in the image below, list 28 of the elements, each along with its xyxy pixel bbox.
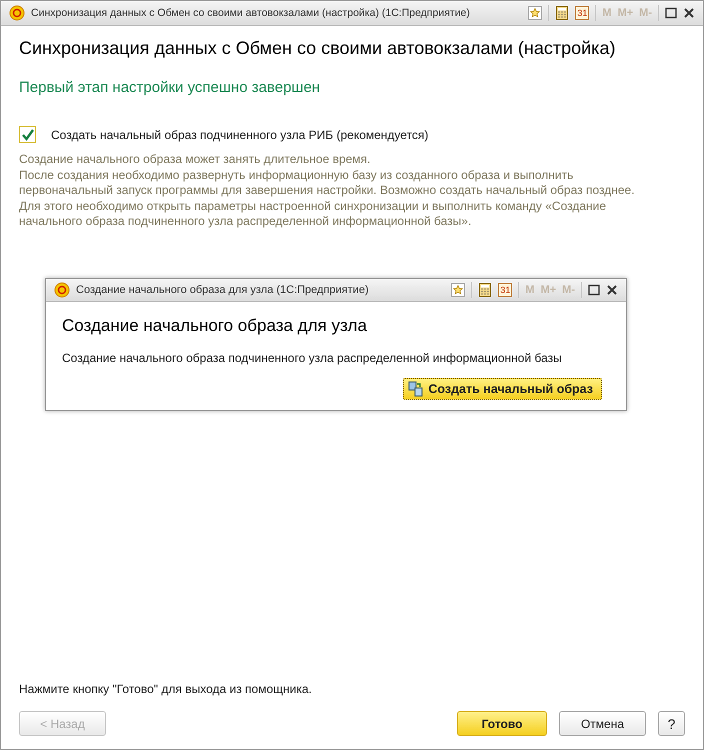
- dialog-heading: Создание начального образа для узла: [62, 316, 368, 336]
- close-icon[interactable]: [606, 284, 618, 296]
- description-text: После создания необходимо развернуть информационную базу из созданного образа и выполнить первоначальный запуск программы для завершения настройки. Возможно создать начальный образ позднее. Для этого необходимо открыть параметры настроенной синхронизации и выполнить команду «Создание начального образа подчиненного узла распределенной информационной базы».: [19, 168, 636, 230]
- window-title: Создание начального образа для узла (1С:Предприятие): [76, 284, 370, 296]
- help-button[interactable]: ?: [658, 711, 685, 736]
- create-image-button[interactable]: Создать начальный образ: [403, 378, 602, 400]
- window-title: Синхронизация данных с Обмен со своими автовокзалами (настройка) (1С:Предприятие): [31, 7, 471, 19]
- checkbox[interactable]: [19, 126, 36, 143]
- star-icon[interactable]: [528, 6, 542, 20]
- calculator-icon[interactable]: [478, 282, 492, 296]
- documents-icon: [408, 380, 424, 396]
- checkbox-label: Создать начальный образ подчиненного узла РИБ (рекомендуется): [51, 128, 428, 142]
- status-text: Первый этап настройки успешно завершен: [19, 79, 322, 96]
- calendar-button[interactable]: 31: [498, 282, 512, 296]
- dialog-text: Создание начального образа подчиненного узла распределенной информационной базы: [62, 350, 563, 364]
- star-icon[interactable]: [451, 282, 466, 296]
- calculator-icon[interactable]: [555, 6, 570, 20]
- calendar-button[interactable]: 31: [575, 6, 590, 20]
- dialog-button[interactable]: Готово: [457, 711, 547, 736]
- description-text: Создание начального образа может занять длительное время.: [19, 152, 372, 168]
- hint-text: Нажмите кнопку "Готово" для выхода из помощника.: [19, 682, 313, 696]
- logo-icon: [9, 5, 25, 21]
- logo-icon: [54, 282, 70, 298]
- maximize-icon[interactable]: [588, 284, 600, 296]
- page-heading: Синхронизация данных с Обмен со своими автовокзалами (настройка): [19, 38, 616, 59]
- close-icon[interactable]: [683, 7, 695, 19]
- maximize-icon[interactable]: [665, 7, 677, 19]
- dialog-button[interactable]: Отмена: [559, 711, 646, 736]
